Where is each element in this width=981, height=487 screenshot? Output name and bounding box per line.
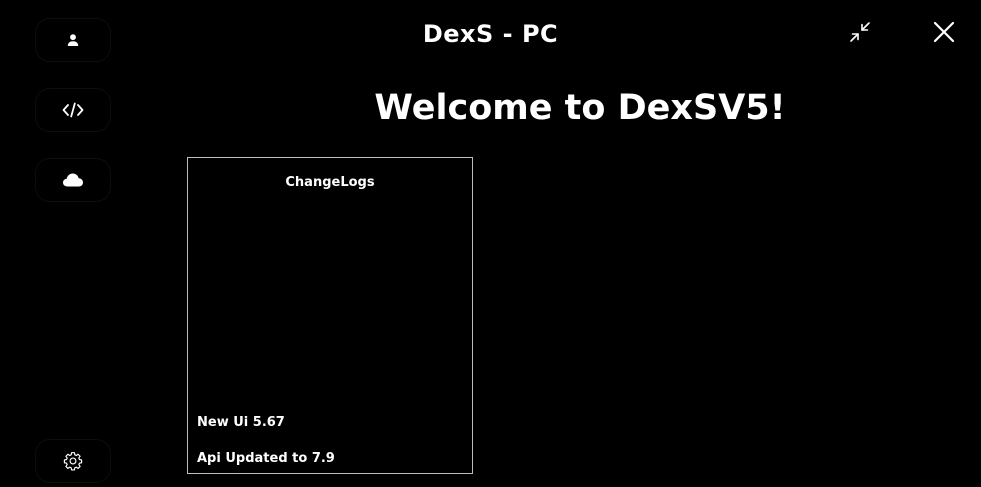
cloud-button[interactable] (36, 159, 110, 201)
gear-icon (63, 452, 83, 471)
changelog-title: ChangeLogs (285, 175, 375, 190)
welcome-heading: Welcome to DexSV5! (374, 88, 786, 128)
window-title: DexS - PC (422, 20, 559, 48)
settings-button[interactable] (36, 440, 110, 482)
code-icon (62, 102, 84, 118)
changelog-entry: Api Updated to 7.9 (197, 451, 335, 466)
close-button[interactable] (924, 14, 964, 50)
app-window: DexS - PC Welcome to DexSV5! ChangeLogs … (0, 0, 981, 487)
editor-button[interactable] (36, 89, 110, 131)
changelog-entry: New Ui 5.67 (197, 415, 285, 430)
cloud-icon (63, 173, 83, 187)
changelog-panel: ChangeLogs New Ui 5.67 Api Updated to 7.… (187, 157, 473, 474)
close-icon (933, 21, 955, 43)
minimize-icon (850, 22, 870, 42)
minimize-button[interactable] (840, 14, 880, 50)
